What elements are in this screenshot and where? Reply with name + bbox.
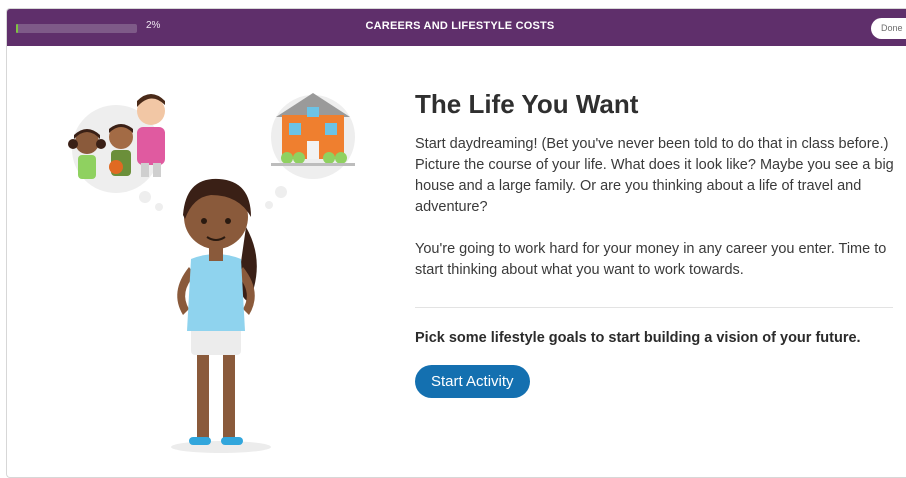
work-paragraph: You're going to work hard for your money… [415,241,887,278]
intro-paragraph: Start daydreaming! (Bet you've never bee… [415,136,894,215]
app-frame: 2% CAREERS AND LIFESTYLE COSTS Done The … [6,8,906,478]
girl-character [171,178,271,453]
family-thought-bubble [68,94,165,211]
section-heading: The Life You Want [415,89,639,119]
start-activity-button[interactable]: Start Activity [415,365,530,398]
activity-prompt: Pick some lifestyle goals to start build… [415,330,861,346]
divider [415,307,893,308]
lifestyle-illustration [68,93,355,453]
house-thought-bubble [265,93,355,209]
done-button[interactable]: Done [871,18,906,39]
main-content: The Life You Want Start daydreaming! (Be… [415,89,900,398]
page-title: CAREERS AND LIFESTYLE COSTS [365,20,555,32]
top-bar: 2% CAREERS AND LIFESTYLE COSTS Done [7,9,906,46]
